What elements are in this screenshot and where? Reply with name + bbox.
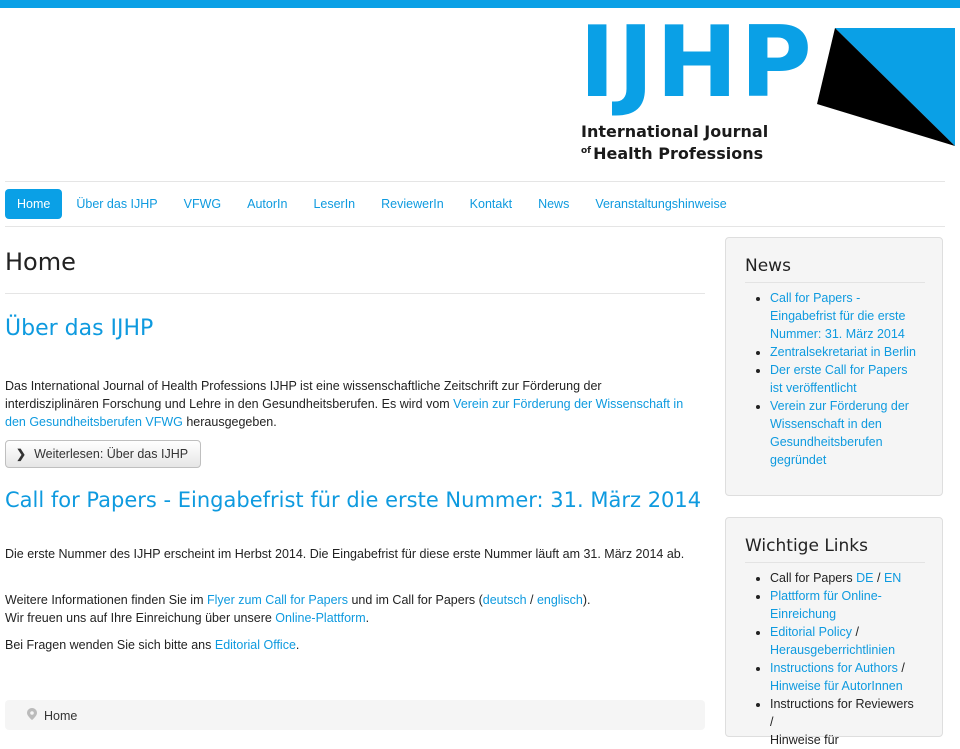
nav-item-home[interactable]: Home — [5, 189, 63, 219]
read-more-label: Weiterlesen: Über das IJHP — [34, 447, 189, 461]
cfp-p2-text-d: ). — [582, 593, 591, 607]
news-link-call-for-papers[interactable]: Call for Papers - Eingabefrist für die e… — [770, 291, 906, 341]
top-accent-bar — [0, 0, 960, 8]
logo-wordmark: IJHP — [579, 6, 814, 120]
logo-subtitle-line2: of Health Professions — [581, 144, 763, 163]
news-item: Der erste Call for Papers ist veröffentl… — [770, 361, 920, 397]
nav-item-veranstaltungshinweise[interactable]: Veranstaltungshinweise — [583, 189, 738, 219]
news-panel: News Call for Papers - Eingabefrist für … — [725, 237, 943, 496]
news-panel-divider — [745, 282, 925, 283]
nav-divider-top — [5, 181, 945, 182]
cfp-heading[interactable]: Call for Papers - Eingabefrist für die e… — [5, 488, 705, 513]
links-panel: Wichtige Links Call for Papers DE / EN P… — [725, 517, 943, 747]
about-heading[interactable]: Über das IJHP — [5, 316, 153, 341]
hinweise-fuer-reviewer-label: Hinweise für — [770, 733, 839, 747]
online-platform-link[interactable]: Online-Plattform — [275, 611, 365, 625]
cfp-p2-separator: / — [526, 593, 537, 607]
cfp-p4-text-b: . — [295, 638, 300, 652]
nav-item-ueber-das-ijhp[interactable]: Über das IJHP — [64, 189, 169, 219]
nav-item-kontakt[interactable]: Kontakt — [458, 189, 524, 219]
breadcrumb-home[interactable]: Home — [44, 709, 77, 723]
page-title: Home — [5, 248, 76, 276]
site-logo[interactable]: IJHP International Journal of Health Prof… — [579, 14, 960, 168]
cfp-de-link[interactable]: DE — [856, 571, 873, 585]
nav-item-leserin[interactable]: LeserIn — [301, 189, 367, 219]
instructions-for-reviewers-label: Instructions for Reviewers / — [770, 697, 914, 729]
about-paragraph: Das International Journal of Health Prof… — [5, 377, 697, 431]
cfp-deutsch-link[interactable]: deutsch — [483, 593, 527, 607]
cfp-p3-text-b: . — [365, 611, 370, 625]
editorial-policy-separator: / — [851, 625, 859, 639]
links-panel-title: Wichtige Links — [745, 536, 868, 556]
links-panel-divider — [745, 562, 925, 563]
nav-item-vfwg[interactable]: VFWG — [172, 189, 234, 219]
flyer-link[interactable]: Flyer zum Call for Papers — [207, 593, 348, 607]
cfp-paragraph-1: Die erste Nummer des IJHP erscheint im H… — [5, 547, 685, 561]
news-panel-title: News — [745, 256, 791, 276]
news-link-verein-gegruendet[interactable]: Verein zur Förderung der Wissenschaft in… — [770, 399, 909, 467]
news-item: Zentralsekretariat in Berlin — [770, 343, 920, 361]
news-item: Call for Papers - Eingabefrist für die e… — [770, 289, 920, 343]
cfp-p4-text-a: Bei Fragen wenden Sie sich bitte ans — [5, 638, 215, 652]
logo-subtitle-line2-text: Health Professions — [593, 144, 764, 163]
instructions-for-authors-link[interactable]: Instructions for Authors — [770, 661, 898, 675]
breadcrumb: Home — [5, 700, 705, 730]
cfp-paragraph-2: Weitere Informationen finden Sie im Flye… — [5, 591, 697, 627]
herausgeberrichtlinien-link[interactable]: Herausgeberrichtlinien — [770, 643, 895, 657]
cfp-englisch-link[interactable]: englisch — [537, 593, 583, 607]
cfp-label: Call for Papers — [770, 571, 857, 585]
nav-item-autorin[interactable]: AutorIn — [235, 189, 299, 219]
cfp-p2-text-a: Weitere Informationen finden Sie im — [5, 593, 207, 607]
links-list: Call for Papers DE / EN Plattform für On… — [750, 569, 920, 749]
read-more-button[interactable]: ❯ Weiterlesen: Über das IJHP — [5, 440, 202, 468]
logo-subtitle-line1: International Journal — [581, 122, 769, 141]
links-item: Editorial Policy / Herausgeberrichtlinien — [770, 623, 920, 659]
logo-triangle-mark-icon — [817, 28, 955, 146]
news-list: Call for Papers - Eingabefrist für die e… — [750, 289, 920, 469]
nav-item-reviewerin[interactable]: ReviewerIn — [369, 189, 456, 219]
links-item: Call for Papers DE / EN — [770, 569, 920, 587]
chevron-right-icon: ❯ — [16, 447, 27, 461]
news-link-erste-cfp[interactable]: Der erste Call for Papers ist veröffentl… — [770, 363, 908, 395]
authors-separator: / — [897, 661, 905, 675]
editorial-policy-link[interactable]: Editorial Policy — [770, 625, 852, 639]
nav-item-news[interactable]: News — [526, 189, 581, 219]
nav-divider-bottom — [5, 226, 945, 227]
editorial-office-link[interactable]: Editorial Office — [215, 638, 296, 652]
links-item: Instructions for Authors / Hinweise für A… — [770, 659, 920, 695]
main-nav: Home Über das IJHP VFWG AutorIn LeserIn … — [5, 189, 741, 219]
cfp-p2-text-b: und im Call for Papers ( — [347, 593, 483, 607]
about-heading-link[interactable]: Über das IJHP — [5, 316, 153, 341]
logo-of: of — [581, 146, 592, 156]
news-link-zentralsekretariat[interactable]: Zentralsekretariat in Berlin — [770, 345, 916, 359]
links-item: Instructions for Reviewers / Hinweise für — [770, 695, 920, 749]
hinweise-fuer-autorinnen-link[interactable]: Hinweise für AutorInnen — [770, 679, 903, 693]
cfp-p3-text-a: Wir freuen uns auf Ihre Einreichung über… — [5, 611, 276, 625]
location-pin-icon — [27, 708, 37, 720]
title-divider — [5, 293, 705, 294]
links-item: Plattform für Online-Einreichung — [770, 587, 920, 623]
cfp-lang-separator: / — [873, 571, 884, 585]
cfp-en-link[interactable]: EN — [884, 571, 901, 585]
cfp-heading-link[interactable]: Call for Papers - Eingabefrist für die e… — [5, 488, 701, 512]
news-item: Verein zur Förderung der Wissenschaft in… — [770, 397, 920, 469]
about-text-after: herausgegeben. — [182, 415, 277, 429]
online-submission-platform-link[interactable]: Plattform für Online-Einreichung — [770, 589, 882, 621]
cfp-paragraph-4: Bei Fragen wenden Sie sich bitte ans Edi… — [5, 636, 697, 654]
